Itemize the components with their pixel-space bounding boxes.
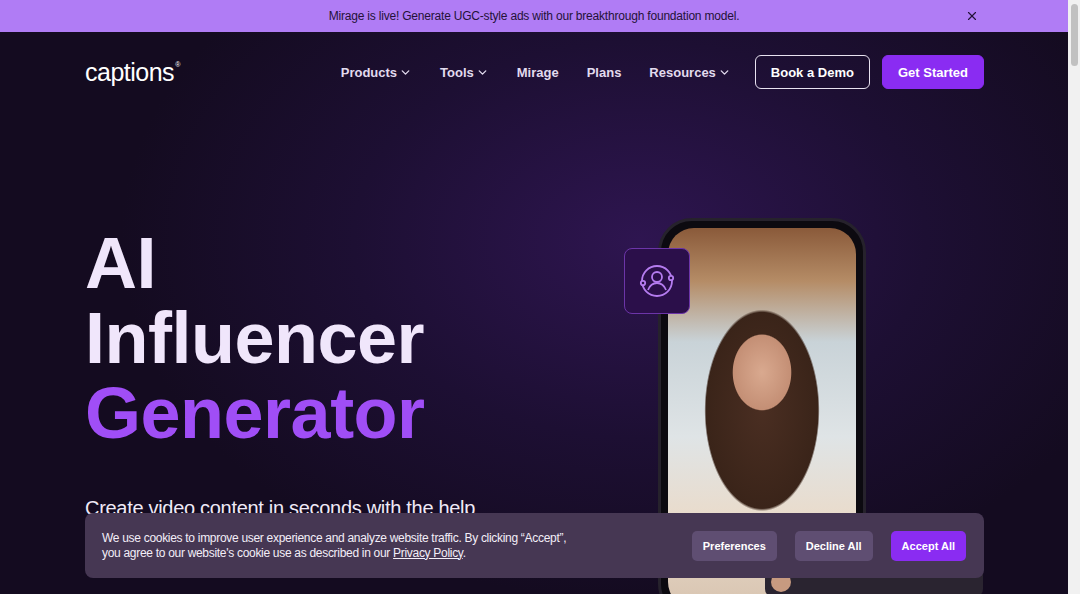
title-line: Generator xyxy=(85,376,475,451)
nav-buttons: Book a Demo Get Started xyxy=(755,55,984,89)
chevron-down-icon xyxy=(399,66,412,79)
get-started-button[interactable]: Get Started xyxy=(882,55,984,89)
nav-item[interactable]: Plans xyxy=(587,65,622,80)
avatar-badge xyxy=(624,248,690,314)
cookie-button[interactable]: Preferences xyxy=(692,531,777,561)
close-button[interactable] xyxy=(964,8,980,24)
announcement-bar: Mirage is live! Generate UGC-style ads w… xyxy=(0,0,1068,32)
privacy-policy-link[interactable]: Privacy Policy xyxy=(393,546,463,560)
navbar: captions® Products Tools Mirage Plans Resourc… xyxy=(0,32,1068,112)
nav-item[interactable]: Products xyxy=(341,65,412,80)
cookie-text: We use cookies to improve user experienc… xyxy=(102,531,674,561)
cookie-button[interactable]: Decline All xyxy=(795,531,873,561)
title-line: AI xyxy=(85,226,475,301)
hero-text: AIInfluencerGeneratorCreate video conten… xyxy=(85,218,475,520)
chevron-down-icon xyxy=(718,66,731,79)
close-icon[interactable] xyxy=(965,9,979,23)
nav-item[interactable]: Tools xyxy=(440,65,489,80)
book-demo-button[interactable]: Book a Demo xyxy=(755,55,870,89)
cookie-line: We use cookies to improve user experienc… xyxy=(102,531,674,546)
user-icon xyxy=(637,261,677,301)
browser-window: Mirage is live! Generate UGC-style ads w… xyxy=(0,0,1080,594)
scrollbar[interactable] xyxy=(1068,0,1080,594)
chevron-down-icon xyxy=(476,66,489,79)
title-line: Influencer xyxy=(85,301,475,376)
cookie-button[interactable]: Accept All xyxy=(891,531,966,561)
logo-mark: ® xyxy=(175,61,180,68)
hero-title: AIInfluencerGenerator xyxy=(85,226,475,451)
page: Mirage is live! Generate UGC-style ads w… xyxy=(0,0,1068,594)
announcement-text[interactable]: Mirage is live! Generate UGC-style ads w… xyxy=(329,9,740,23)
cookie-buttons: Preferences Decline All Accept All xyxy=(692,531,966,561)
nav-item[interactable]: Resources xyxy=(649,65,730,80)
scrollbar-thumb[interactable] xyxy=(1071,4,1078,66)
logo[interactable]: captions® xyxy=(85,58,180,87)
cookie-line: you agree to our website's cookie use as… xyxy=(102,546,674,561)
nav-item[interactable]: Mirage xyxy=(517,65,559,80)
cookie-banner: We use cookies to improve user experienc… xyxy=(85,513,984,578)
nav-menu: Products Tools Mirage Plans Resources xyxy=(341,65,731,80)
